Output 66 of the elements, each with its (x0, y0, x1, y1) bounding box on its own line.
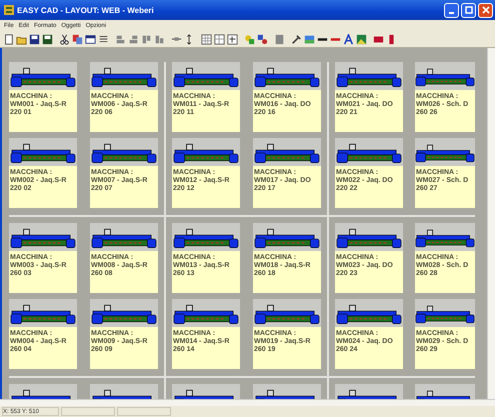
machine-icon (91, 143, 157, 164)
crosshair-icon (227, 34, 238, 44)
shapes-icon (244, 34, 255, 44)
maximize-button[interactable] (461, 2, 476, 18)
align-left-icon (115, 34, 126, 44)
machine-icon (10, 228, 76, 249)
machine-icon (415, 228, 475, 249)
letter-icon (343, 34, 354, 44)
window-title: EASY CAD - LAYOUT: WEB - Weberi (17, 6, 155, 14)
align-bottom-icon (154, 34, 165, 44)
machine-icon (254, 67, 320, 88)
toolbar-button[interactable] (226, 32, 239, 46)
scissors-icon (59, 34, 70, 44)
toolbar-button[interactable] (41, 32, 54, 46)
block-icon (373, 34, 384, 44)
copy-icon (72, 34, 83, 44)
close-icon (480, 5, 490, 15)
grid-icon (201, 34, 212, 44)
toolbar-button[interactable] (2, 32, 15, 46)
machine-icon (254, 304, 320, 325)
image-icon (356, 34, 367, 44)
status-pane (61, 407, 115, 416)
machine-icon (10, 143, 76, 164)
machine-icon (91, 228, 157, 249)
machine-icon (10, 67, 76, 88)
machine-icon (415, 304, 475, 325)
toolbar-button[interactable] (28, 32, 41, 46)
machine-icon (254, 143, 320, 164)
align-top-icon (141, 34, 152, 44)
machine-icon (336, 304, 402, 325)
machine-icon (336, 67, 402, 88)
machine-icon (91, 67, 157, 88)
list-icon (98, 34, 109, 44)
toolbar-button[interactable] (213, 32, 226, 46)
horizontal-scrollbar[interactable] (0, 399, 495, 406)
machine-icon (173, 143, 239, 164)
machine-icon (91, 304, 157, 325)
minimize-button[interactable] (444, 2, 459, 18)
page-icon (3, 34, 14, 44)
machine-icon (10, 304, 76, 325)
machine-icon (415, 67, 475, 88)
machine-icon (254, 228, 320, 249)
machine-icon (173, 228, 239, 249)
toolbar-button[interactable] (84, 32, 97, 46)
vertical-scrollbar[interactable] (487, 48, 495, 399)
toolbar-button[interactable] (290, 32, 303, 46)
app-icon (3, 4, 15, 16)
align-right-icon (128, 34, 139, 44)
window-icon (85, 34, 96, 44)
picture-icon (304, 34, 315, 44)
toolbar-button[interactable] (58, 32, 71, 46)
grid-icon (214, 34, 225, 44)
tool-icon (291, 34, 302, 44)
toolbar-button[interactable] (200, 32, 213, 46)
maximize-icon (464, 5, 474, 15)
shapes-icon (257, 34, 268, 44)
machine-icon (336, 143, 402, 164)
toolbar-button[interactable] (256, 32, 269, 46)
minimize-icon (449, 12, 454, 14)
machine-icon (173, 67, 239, 88)
toolbar-button[interactable] (342, 32, 355, 46)
machine-icon (415, 143, 475, 164)
close-button[interactable] (478, 2, 493, 18)
machine-icon (173, 304, 239, 325)
machine-icon (336, 228, 402, 249)
status-pane (117, 407, 171, 416)
